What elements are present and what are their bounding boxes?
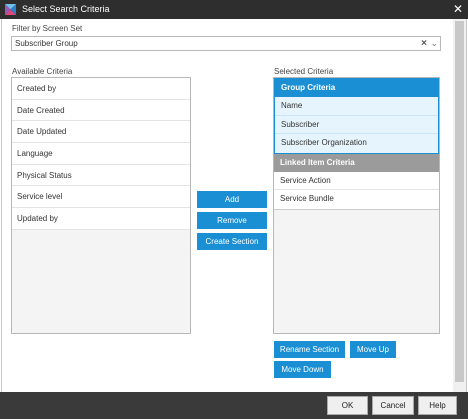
title-bar: Select Search Criteria ✕ (0, 0, 468, 19)
list-item[interactable]: Subscriber (275, 116, 438, 134)
list-item[interactable]: Updated by (12, 208, 190, 230)
window-title: Select Search Criteria (22, 4, 110, 14)
list-item[interactable]: Name (275, 97, 438, 116)
available-criteria-list[interactable]: Created by Date Created Date Updated Lan… (11, 77, 191, 334)
criteria-group[interactable]: Linked Item Criteria Service Action Serv… (274, 153, 439, 210)
list-item[interactable]: Service Action (274, 172, 439, 190)
list-item[interactable]: Date Updated (12, 121, 190, 144)
move-down-button[interactable]: Move Down (274, 361, 331, 378)
scrollbar-thumb[interactable] (455, 21, 464, 382)
clear-icon[interactable]: × (421, 38, 427, 49)
move-up-button[interactable]: Move Up (350, 341, 396, 358)
app-logo-icon (5, 4, 16, 15)
close-icon[interactable]: ✕ (448, 0, 468, 19)
add-button[interactable]: Add (197, 191, 267, 208)
list-item[interactable]: Subscriber Organization (275, 134, 438, 153)
list-item[interactable]: Created by (12, 78, 190, 100)
dialog-footer: OK Cancel Help (0, 392, 468, 419)
cancel-button[interactable]: Cancel (372, 396, 414, 415)
group-header[interactable]: Linked Item Criteria (274, 153, 439, 172)
remove-button[interactable]: Remove (197, 212, 267, 229)
help-button[interactable]: Help (418, 396, 457, 415)
create-section-button[interactable]: Create Section (197, 233, 267, 250)
dialog-scrollbar[interactable] (453, 19, 466, 392)
ok-button[interactable]: OK (327, 396, 368, 415)
group-header[interactable]: Group Criteria (275, 79, 438, 97)
filter-value: Subscriber Group (15, 39, 78, 48)
selected-criteria-label: Selected Criteria (274, 67, 334, 76)
filter-select[interactable]: Subscriber Group × ⌄ (11, 36, 441, 51)
list-item[interactable]: Service level (12, 186, 190, 209)
filter-label: Filter by Screen Set (12, 24, 83, 33)
list-item[interactable]: Language (12, 143, 190, 165)
available-criteria-label: Available Criteria (12, 67, 73, 76)
list-item[interactable]: Date Created (12, 99, 190, 122)
list-item[interactable]: Physical Status (12, 164, 190, 187)
criteria-group-selected[interactable]: Group Criteria Name Subscriber Subscribe… (274, 78, 439, 154)
rename-section-button[interactable]: Rename Section (274, 341, 345, 358)
selected-criteria-list[interactable]: Group Criteria Name Subscriber Subscribe… (273, 77, 440, 334)
dropdown-arrow-icon[interactable]: ⌄ (430, 38, 438, 49)
list-item[interactable]: Service Bundle (274, 190, 439, 209)
